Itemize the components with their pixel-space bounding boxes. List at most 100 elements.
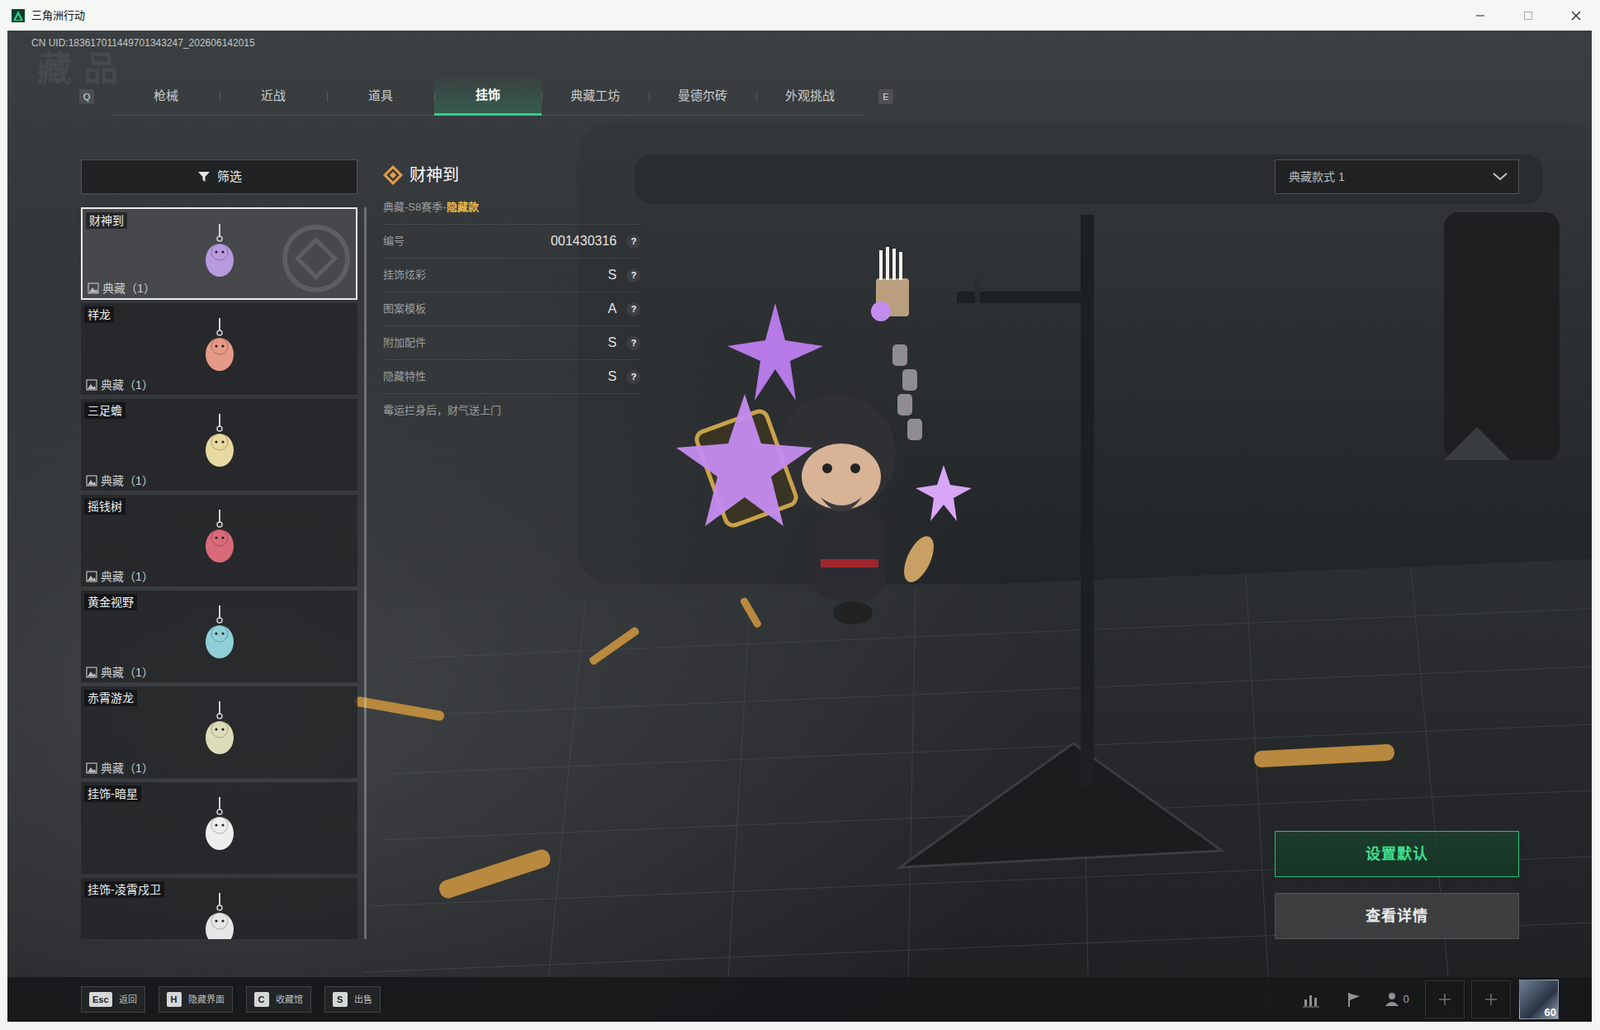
tab[interactable]: 外观挑战: [756, 76, 864, 116]
style-dropdown-value[interactable]: 典藏款式 1: [1288, 168, 1492, 186]
item-count-text: 典藏（1）: [100, 760, 154, 776]
help-button[interactable]: ?: [626, 336, 641, 351]
window-body: 藏品 CN UID:183617011449701343247_20260614…: [0, 30, 1600, 1030]
item-count: 典藏（1）: [87, 280, 156, 296]
help-button[interactable]: ?: [626, 268, 641, 283]
item-name[interactable]: 赤霄游龙: [84, 689, 138, 706]
item-name[interactable]: 祥龙: [84, 306, 114, 323]
help-button[interactable]: ?: [626, 234, 641, 249]
hotkey-key[interactable]: Esc: [89, 991, 113, 1007]
work-mat: [7, 30, 1592, 1022]
hotkey-key[interactable]: S: [332, 991, 348, 1007]
plus-icon[interactable]: [1424, 979, 1465, 1018]
hotkey-label[interactable]: 出售: [354, 992, 373, 1007]
rarity-text: 隐藏款: [446, 198, 479, 216]
tab-bar: Q 枪械近战道具挂饰典藏工坊曼德尔砖外观挑战 E: [7, 76, 1592, 116]
flag-icon[interactable]: [1332, 979, 1376, 1018]
item-card[interactable]: 祥龙典藏（1）: [80, 302, 358, 396]
tab[interactable]: 典藏工坊: [541, 76, 649, 116]
item-card[interactable]: 挂饰-暗星: [80, 781, 358, 875]
plus-icon[interactable]: [1471, 979, 1511, 1018]
hotkey-key[interactable]: C: [254, 991, 270, 1007]
item-count: 典藏（1）: [85, 760, 154, 776]
detail-title: 财神到: [409, 162, 460, 188]
hotkey-group: Esc 返回 H 隐藏界面 C 收藏馆 S 出售: [80, 985, 381, 1013]
item-card[interactable]: 赤霄游龙典藏（1）: [80, 686, 358, 779]
primary-button[interactable]: 设置默认: [1274, 830, 1520, 877]
hotkey-hint[interactable]: C 收藏馆: [246, 985, 312, 1013]
attribute-value: 001430316: [404, 231, 617, 251]
hotkey-hint[interactable]: Esc 返回: [80, 985, 146, 1013]
picture-icon: [85, 570, 98, 583]
player-level: 60: [1544, 1005, 1557, 1018]
secondary-button[interactable]: 查看详情: [1274, 892, 1520, 939]
item-name[interactable]: 摇钱树: [84, 497, 126, 515]
list-scrollbar[interactable]: [364, 207, 367, 939]
filter-label[interactable]: 筛选: [217, 167, 242, 187]
friends-counter[interactable]: 0: [1375, 979, 1419, 1018]
tab-list: 枪械近战道具挂饰典藏工坊曼德尔砖外观挑战: [112, 76, 864, 116]
help-button[interactable]: ?: [626, 369, 641, 384]
prev-tab-key[interactable]: Q: [79, 89, 95, 105]
item-card[interactable]: 挂饰-凌霄戍卫: [80, 877, 358, 939]
hotkey-label[interactable]: 隐藏界面: [188, 992, 225, 1007]
app-logo-icon: [11, 9, 25, 23]
item-count-text: 典藏（1）: [100, 568, 154, 584]
item-name[interactable]: 挂饰-暗星: [84, 785, 142, 802]
diamond-icon: [383, 165, 403, 185]
item-description: 霉运拦身后，财气送上门: [383, 393, 641, 419]
help-button[interactable]: ?: [626, 302, 641, 317]
game-screen: 藏品 CN UID:183617011449701343247_20260614…: [7, 30, 1592, 1022]
attribute-row: 图案模板A?: [383, 292, 641, 327]
picture-icon: [85, 378, 98, 391]
close-icon[interactable]: [1552, 0, 1600, 31]
picture-icon: [85, 474, 98, 487]
person-icon: [1384, 990, 1400, 1008]
charm-thumbnail-icon: [198, 316, 242, 376]
item-name[interactable]: 三足蟾: [84, 402, 126, 419]
hotkey-label[interactable]: 返回: [118, 992, 138, 1007]
charm-thumbnail-icon: [198, 222, 242, 282]
charm-thumbnail-icon: [198, 699, 242, 759]
hotkey-key[interactable]: H: [166, 991, 182, 1007]
charm-thumbnail-icon: [198, 603, 242, 663]
filter-button[interactable]: 筛选: [80, 159, 358, 195]
item-name[interactable]: 黄金视野: [84, 593, 138, 611]
tab[interactable]: 枪械: [112, 76, 220, 116]
tab[interactable]: 道具: [326, 76, 435, 116]
item-card[interactable]: 三足蟾典藏（1）: [80, 398, 358, 492]
player-avatar[interactable]: 60: [1519, 979, 1559, 1019]
picture-icon: [85, 762, 98, 774]
minimize-icon[interactable]: [1456, 0, 1505, 31]
hotkey-hint[interactable]: S 出售: [324, 985, 381, 1013]
hotkey-hint[interactable]: H 隐藏界面: [158, 985, 233, 1013]
detail-title-row: 财神到: [383, 159, 641, 191]
display-stand: [899, 214, 1222, 867]
charm-thumbnail-icon: [198, 890, 242, 939]
item-card[interactable]: 黄金视野典藏（1）: [80, 590, 358, 683]
title-bar: 三角洲行动: [0, 0, 1600, 31]
tab[interactable]: 挂饰: [434, 76, 542, 116]
attribute-label: 挂饰炫彩: [383, 266, 427, 284]
tab[interactable]: 曼德尔砖: [648, 76, 757, 116]
bullets: [354, 596, 1396, 900]
item-name[interactable]: 挂饰-凌霄戍卫: [84, 880, 165, 898]
item-name[interactable]: 财神到: [85, 212, 128, 229]
item-list: 财神到典藏（1）祥龙典藏（1）三足蟾典藏（1）摇钱树典藏（1）黄金视野典藏（1）…: [80, 207, 358, 939]
item-count: 典藏（1）: [85, 473, 154, 488]
next-tab-key[interactable]: E: [878, 89, 894, 105]
item-card[interactable]: 摇钱树典藏（1）: [80, 494, 358, 587]
maximize-icon[interactable]: [1504, 0, 1553, 31]
hotkey-label[interactable]: 收藏馆: [275, 992, 303, 1007]
tab[interactable]: 近战: [219, 76, 327, 116]
charm-thumbnail-icon: [198, 507, 242, 568]
attribute-row: 隐藏特性S?: [383, 359, 641, 394]
item-count: 典藏（1）: [85, 377, 154, 393]
item-card[interactable]: 财神到典藏（1）: [80, 207, 358, 300]
action-column: 典藏款式 1 设置默认查看详情: [1274, 159, 1520, 939]
attribute-row: 挂饰炫彩S?: [383, 258, 641, 293]
stats-chart-icon[interactable]: [1289, 979, 1333, 1018]
attribute-row: 编号001430316?: [383, 224, 641, 259]
attribute-value: S: [426, 332, 617, 353]
style-dropdown[interactable]: 典藏款式 1: [1274, 159, 1520, 195]
